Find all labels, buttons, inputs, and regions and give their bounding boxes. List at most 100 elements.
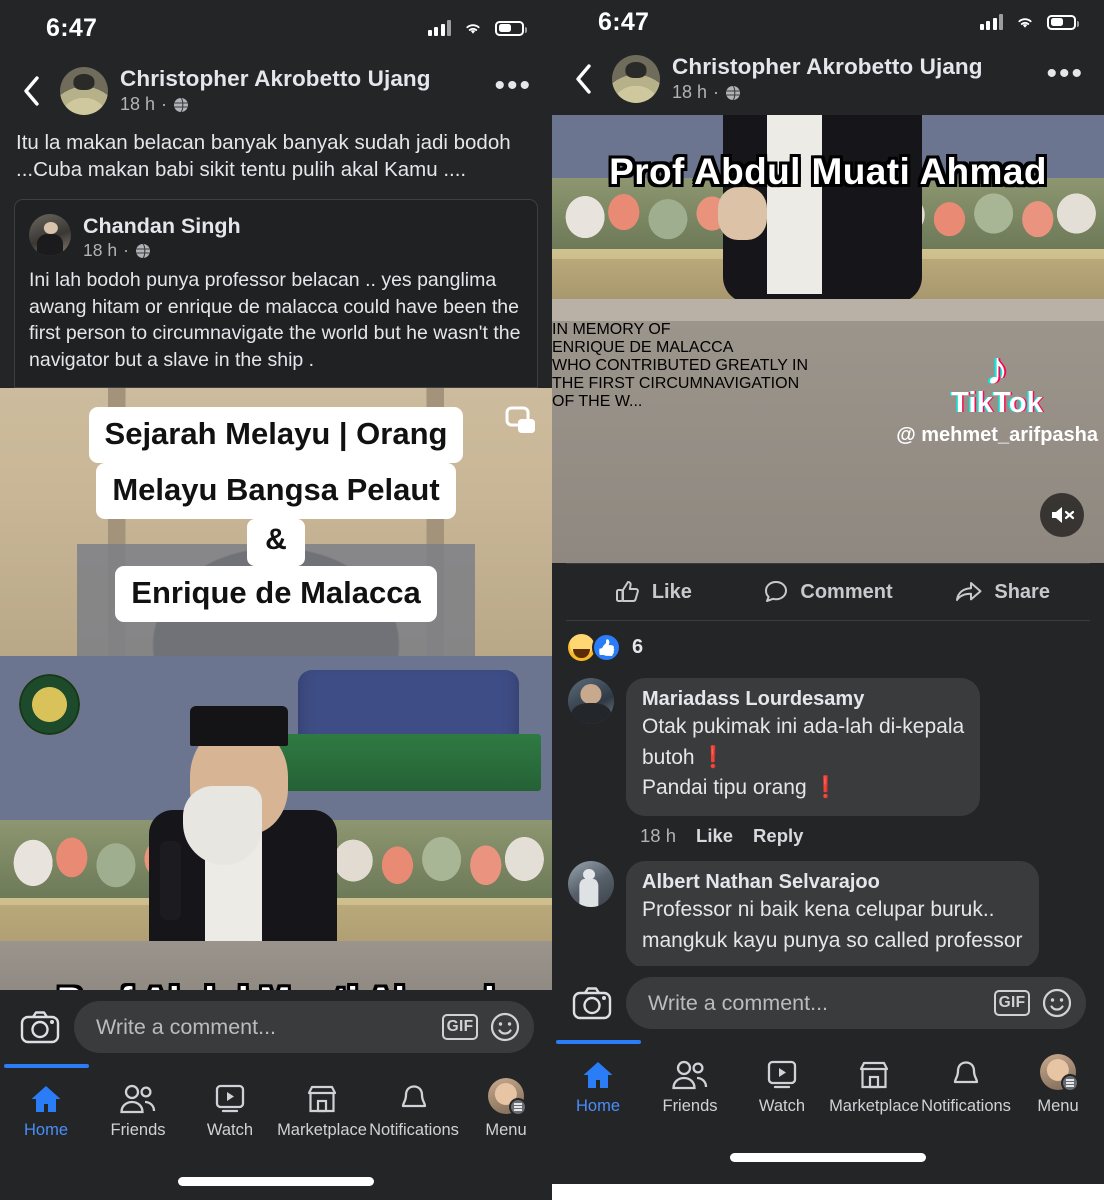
gif-button[interactable]: GIF bbox=[442, 1014, 478, 1040]
menu-avatar-icon bbox=[488, 1078, 527, 1116]
post-author-name[interactable]: Christopher Akrobetto Ujang bbox=[120, 66, 482, 92]
left-phone-screenshot: 6:47 Christopher Akrobetto Ujang 18 h · … bbox=[0, 0, 552, 1200]
meta-separator: · bbox=[713, 82, 720, 102]
gif-button[interactable]: GIF bbox=[994, 990, 1030, 1016]
active-tab-indicator bbox=[4, 1064, 89, 1068]
comment-input[interactable]: Write a comment... GIF bbox=[74, 1001, 534, 1053]
comment-input[interactable]: Write a comment... GIF bbox=[626, 977, 1086, 1029]
comment-reply-button[interactable]: Reply bbox=[753, 825, 803, 847]
comment-bubble[interactable]: Mariadass Lourdesamy Otak pukimak ini ad… bbox=[626, 678, 981, 816]
like-button[interactable]: Like bbox=[566, 579, 741, 605]
post-meta: 18 h · bbox=[672, 82, 1034, 103]
shared-post-avatar[interactable] bbox=[29, 214, 71, 257]
status-clock: 6:47 bbox=[598, 7, 650, 36]
battery-icon bbox=[1047, 14, 1079, 30]
sidebar-item-home[interactable]: Home bbox=[552, 1056, 644, 1116]
signal-bars-icon bbox=[427, 20, 451, 36]
more-options-icon[interactable]: ••• bbox=[494, 70, 532, 101]
smiley-icon[interactable] bbox=[1042, 988, 1072, 1018]
plaque-line: IN MEMORY OF bbox=[552, 321, 671, 339]
avatar[interactable] bbox=[568, 860, 614, 907]
video-caption-line: Sejarah Melayu | Orang bbox=[88, 406, 464, 463]
sidebar-item-watch[interactable]: Watch bbox=[184, 1080, 276, 1140]
home-icon bbox=[581, 1056, 615, 1090]
comment-line: Otak pukimak ini ada-lah di-kepala bbox=[642, 715, 965, 738]
sidebar-item-watch[interactable]: Watch bbox=[736, 1056, 828, 1116]
battery-icon bbox=[495, 20, 527, 36]
friends-icon bbox=[119, 1080, 157, 1114]
wifi-icon bbox=[466, 24, 480, 34]
comment-line: Pandai tipu orang ❗ bbox=[642, 776, 839, 800]
sidebar-item-home[interactable]: Home bbox=[0, 1080, 92, 1140]
bottom-navigation: Home Friends Watch Marketplace Notificat… bbox=[552, 1040, 1104, 1176]
comment-bubble[interactable]: Albert Nathan Selvarajoo Professor ni ba… bbox=[626, 860, 1039, 969]
video-caption-line: Enrique de Malacca bbox=[115, 565, 437, 622]
globe-icon bbox=[135, 243, 150, 259]
sidebar-item-notifications[interactable]: Notifications bbox=[920, 1056, 1012, 1116]
nav-label: Friends bbox=[110, 1121, 166, 1139]
wifi-icon bbox=[1018, 18, 1032, 28]
post-header: Christopher Akrobetto Ujang 18 h · ••• bbox=[552, 44, 1104, 115]
smiley-icon[interactable] bbox=[490, 1012, 520, 1042]
status-bar: 6:47 bbox=[552, 0, 1104, 44]
comment-line: Professor ni baik kena celupar buruk.. bbox=[642, 897, 995, 921]
sidebar-item-menu[interactable]: Menu bbox=[460, 1078, 552, 1140]
comment-author[interactable]: Mariadass Lourdesamy bbox=[642, 688, 964, 711]
comment-button[interactable]: Comment bbox=[741, 579, 916, 605]
sidebar-item-friends[interactable]: Friends bbox=[644, 1056, 736, 1116]
video-player[interactable]: IN MEMORY OF ENRIQUE DE MALACCA WHO CONT… bbox=[552, 115, 1104, 563]
screenshot-bottom-edge bbox=[552, 1184, 1104, 1200]
status-clock: 6:47 bbox=[46, 13, 98, 42]
nav-label: Friends bbox=[662, 1097, 718, 1115]
watch-icon bbox=[765, 1056, 799, 1090]
more-options-icon[interactable]: ••• bbox=[1046, 58, 1084, 89]
shared-post-author[interactable]: Chandan Singh bbox=[83, 214, 521, 239]
sidebar-item-menu[interactable]: Menu bbox=[1012, 1054, 1104, 1116]
shared-post-header: Chandan Singh 18 h · bbox=[29, 214, 521, 261]
right-phone-screenshot: 6:47 Christopher Akrobetto Ujang 18 h · … bbox=[552, 0, 1104, 1200]
video-caption-line: Melayu Bangsa Pelaut bbox=[96, 462, 456, 519]
comment-composer: Write a comment... GIF bbox=[552, 966, 1104, 1040]
back-chevron-icon[interactable] bbox=[14, 71, 48, 111]
comment-placeholder[interactable]: Write a comment... bbox=[96, 1015, 430, 1040]
tiktok-brand-label: TikTok bbox=[951, 387, 1044, 420]
reaction-summary[interactable]: 6 bbox=[552, 621, 1104, 672]
screenshot-canvas: 6:47 Christopher Akrobetto Ujang 18 h · … bbox=[0, 0, 1104, 1200]
picture-in-picture-icon[interactable] bbox=[504, 404, 538, 438]
avatar[interactable] bbox=[60, 66, 108, 115]
tiktok-handle: @ mehmet_arifpasha bbox=[896, 424, 1098, 447]
post-author-name[interactable]: Christopher Akrobetto Ujang bbox=[672, 54, 1034, 80]
comment-author[interactable]: Albert Nathan Selvarajoo bbox=[642, 871, 1023, 894]
sidebar-item-marketplace[interactable]: Marketplace bbox=[828, 1056, 920, 1116]
video-thumbnail-top[interactable]: Sejarah Melayu | Orang Melayu Bangsa Pel… bbox=[0, 388, 552, 657]
shared-post-card[interactable]: Chandan Singh 18 h · Ini lah bodoh punya… bbox=[14, 199, 538, 389]
shared-post-meta: 18 h · bbox=[83, 240, 521, 261]
camera-icon[interactable] bbox=[572, 986, 612, 1020]
thumbs-up-icon bbox=[615, 581, 639, 602]
comment-time: 18 h bbox=[640, 824, 677, 846]
camera-icon[interactable] bbox=[20, 1010, 60, 1044]
menu-avatar-icon bbox=[1040, 1054, 1079, 1092]
avatar[interactable] bbox=[568, 678, 614, 724]
video-overlay-title: Prof Abdul Muati Ahmad bbox=[609, 151, 1047, 192]
comment-placeholder[interactable]: Write a comment... bbox=[648, 991, 982, 1016]
video-thumbnail-bottom[interactable]: Prof Abdul Muati Ahmad bbox=[0, 656, 552, 1013]
speaker-muted-icon[interactable] bbox=[1040, 493, 1084, 537]
bell-icon bbox=[951, 1056, 981, 1090]
share-button[interactable]: Share bbox=[915, 579, 1090, 605]
home-indicator bbox=[178, 1177, 374, 1186]
action-label: Comment bbox=[800, 580, 893, 603]
nav-label: Home bbox=[23, 1121, 68, 1139]
avatar[interactable] bbox=[612, 54, 660, 103]
action-label: Share bbox=[994, 580, 1050, 603]
sidebar-item-marketplace[interactable]: Marketplace bbox=[276, 1080, 368, 1140]
meta-separator: · bbox=[161, 94, 168, 114]
comment-item: Mariadass Lourdesamy Otak pukimak ini ad… bbox=[552, 672, 1104, 855]
watch-icon bbox=[213, 1080, 247, 1114]
globe-icon bbox=[726, 85, 741, 100]
comment-like-button[interactable]: Like bbox=[696, 825, 733, 847]
sidebar-item-notifications[interactable]: Notifications bbox=[368, 1080, 460, 1140]
post-header: Christopher Akrobetto Ujang 18 h · ••• bbox=[0, 56, 552, 127]
sidebar-item-friends[interactable]: Friends bbox=[92, 1080, 184, 1140]
back-chevron-icon[interactable] bbox=[566, 59, 600, 99]
